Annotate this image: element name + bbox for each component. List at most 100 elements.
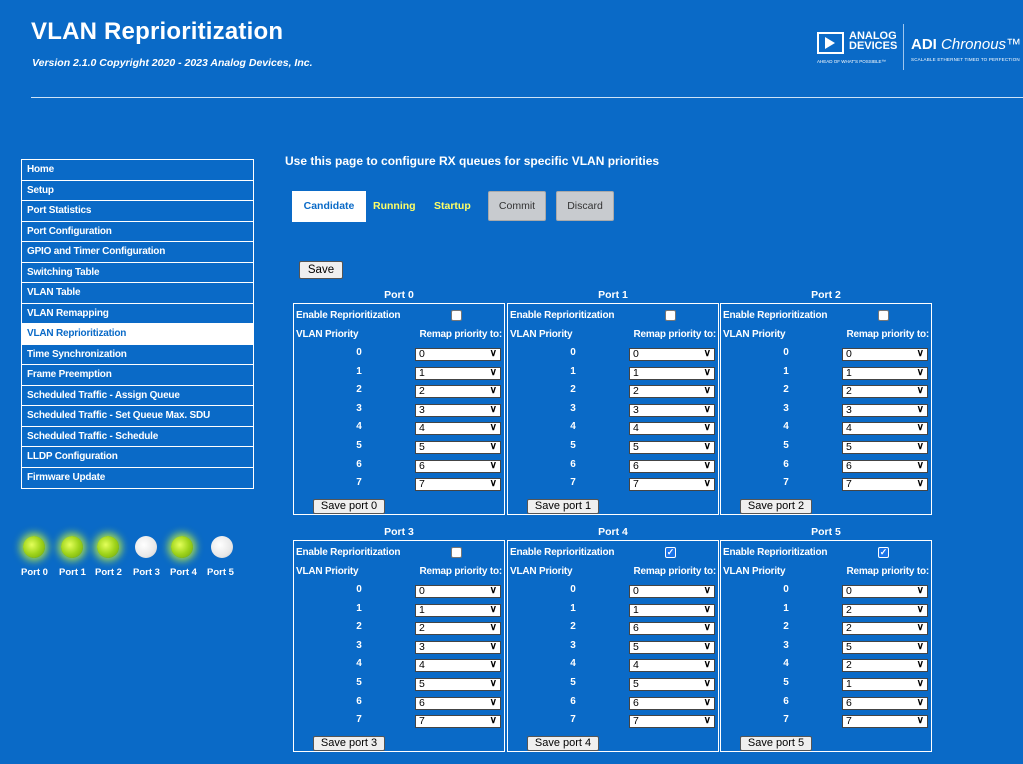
sidebar-item-switching-table[interactable]: Switching Table <box>22 263 253 283</box>
sidebar-item-vlan-reprioritization[interactable]: VLAN Reprioritization <box>22 324 253 345</box>
remap-priority-select[interactable]: 2 ∨ <box>842 603 928 617</box>
chevron-down-icon: ∨ <box>703 366 711 378</box>
remap-priority-select[interactable]: 2 ∨ <box>842 622 928 636</box>
port-led-label: Port 0 <box>21 567 48 578</box>
sidebar-item-vlan-remapping[interactable]: VLAN Remapping <box>22 304 253 324</box>
enable-reprioritization-checkbox[interactable] <box>665 310 676 321</box>
sidebar-item-gpio-and-timer-configuration[interactable]: GPIO and Timer Configuration <box>22 242 253 263</box>
remap-priority-select[interactable]: 3 ∨ <box>629 403 715 417</box>
remap-priority-select[interactable]: 3 ∨ <box>842 403 928 417</box>
remap-priority-select[interactable]: 0 ∨ <box>415 585 501 598</box>
remap-priority-select[interactable]: 6 ∨ <box>629 622 715 636</box>
remap-priority-select[interactable]: 7 ∨ <box>842 715 928 729</box>
remap-priority-select[interactable]: 5 ∨ <box>842 441 928 454</box>
remap-priority-select[interactable]: 6 ∨ <box>629 696 715 710</box>
remap-priority-select[interactable]: 7 ∨ <box>842 478 928 492</box>
remap-priority-select[interactable]: 3 ∨ <box>415 640 501 654</box>
remap-priority-select[interactable]: 0 ∨ <box>629 585 715 598</box>
port-title: Port 1 <box>598 289 628 301</box>
vlan-priority-value: 5 <box>356 677 362 688</box>
remap-priority-select[interactable]: 7 ∨ <box>415 715 501 729</box>
remap-priority-select[interactable]: 2 ∨ <box>415 622 501 636</box>
remap-priority-select[interactable]: 0 ∨ <box>842 348 928 361</box>
remap-priority-select[interactable]: 5 ∨ <box>415 441 501 454</box>
remap-priority-select[interactable]: 2 ∨ <box>842 385 928 399</box>
remap-priority-select[interactable]: 0 ∨ <box>842 585 928 598</box>
enable-reprioritization-checkbox[interactable] <box>878 310 889 321</box>
chevron-down-icon: ∨ <box>916 366 924 378</box>
chevron-down-icon: ∨ <box>916 603 924 615</box>
sidebar-item-scheduled-traffic-schedule[interactable]: Scheduled Traffic - Schedule <box>22 427 253 447</box>
save-port-button[interactable]: Save port 4 <box>527 736 599 751</box>
tab-candidate[interactable]: Candidate <box>292 191 366 222</box>
remap-priority-value: 6 <box>846 459 852 472</box>
remap-priority-select[interactable]: 1 ∨ <box>415 366 501 380</box>
sidebar-item-frame-preemption[interactable]: Frame Preemption <box>22 365 253 386</box>
remap-priority-select[interactable]: 4 ∨ <box>629 659 715 673</box>
remap-priority-select[interactable]: 6 ∨ <box>842 459 928 473</box>
enable-reprioritization-checkbox[interactable] <box>451 310 462 321</box>
sidebar-item-home[interactable]: Home <box>22 160 253 181</box>
enable-reprioritization-checkbox[interactable]: ✓ <box>878 547 889 558</box>
remap-priority-select[interactable]: 3 ∨ <box>415 403 501 417</box>
enable-reprioritization-checkbox[interactable]: ✓ <box>665 547 676 558</box>
save-port-button[interactable]: Save port 1 <box>527 499 599 514</box>
remap-priority-select[interactable]: 1 ∨ <box>629 603 715 617</box>
enable-reprioritization-checkbox[interactable] <box>451 547 462 558</box>
vlan-priority-value: 4 <box>356 658 362 670</box>
remap-priority-select[interactable]: 6 ∨ <box>415 459 501 473</box>
remap-priority-select[interactable]: 5 ∨ <box>842 640 928 654</box>
sidebar-item-setup[interactable]: Setup <box>22 181 253 201</box>
sidebar-item-scheduled-traffic-set-queue-max-sdu[interactable]: Scheduled Traffic - Set Queue Max. SDU <box>22 406 253 427</box>
remap-priority-select[interactable]: 5 ∨ <box>629 441 715 454</box>
sidebar-item-vlan-table[interactable]: VLAN Table <box>22 283 253 304</box>
remap-priority-select[interactable]: 2 ∨ <box>842 659 928 673</box>
remap-priority-select[interactable]: 2 ∨ <box>629 385 715 399</box>
remap-priority-select[interactable]: 1 ∨ <box>842 678 928 691</box>
remap-priority-select[interactable]: 5 ∨ <box>415 678 501 691</box>
header-divider <box>31 97 1023 98</box>
port-led-3 <box>135 536 157 558</box>
discard-button[interactable]: Discard <box>556 191 614 221</box>
vlan-priority-value: 7 <box>356 477 362 489</box>
remap-priority-select[interactable]: 6 ∨ <box>842 696 928 710</box>
sidebar-item-port-configuration[interactable]: Port Configuration <box>22 222 253 242</box>
remap-priority-select[interactable]: 7 ∨ <box>629 715 715 729</box>
remap-priority-select[interactable]: 1 ∨ <box>842 366 928 380</box>
tab-running[interactable]: Running <box>373 200 416 212</box>
remap-priority-select[interactable]: 4 ∨ <box>415 659 501 673</box>
remap-priority-select[interactable]: 4 ∨ <box>842 422 928 436</box>
tab-startup[interactable]: Startup <box>434 200 471 212</box>
chevron-down-icon: ∨ <box>489 403 497 415</box>
save-button[interactable]: Save <box>299 261 343 279</box>
vlan-priority-value: 5 <box>570 677 576 688</box>
page-intro: Use this page to configure RX queues for… <box>285 154 660 168</box>
remap-priority-select[interactable]: 0 ∨ <box>629 348 715 361</box>
save-port-button[interactable]: Save port 2 <box>740 499 812 514</box>
vlan-priority-value: 2 <box>356 384 362 396</box>
sidebar-item-time-synchronization[interactable]: Time Synchronization <box>22 345 253 365</box>
remap-priority-select[interactable]: 7 ∨ <box>415 478 501 492</box>
remap-priority-select[interactable]: 1 ∨ <box>415 603 501 617</box>
sidebar-item-port-statistics[interactable]: Port Statistics <box>22 201 253 222</box>
remap-priority-select[interactable]: 7 ∨ <box>629 478 715 492</box>
remap-priority-select[interactable]: 4 ∨ <box>629 422 715 436</box>
remap-priority-value: 1 <box>633 603 639 616</box>
remap-priority-select[interactable]: 6 ∨ <box>415 696 501 710</box>
remap-priority-select[interactable]: 1 ∨ <box>629 366 715 380</box>
remap-priority-select[interactable]: 0 ∨ <box>415 348 501 361</box>
vlan-priority-value: 7 <box>783 477 789 489</box>
remap-priority-select[interactable]: 5 ∨ <box>629 678 715 691</box>
remap-priority-select[interactable]: 4 ∨ <box>415 422 501 436</box>
save-port-button[interactable]: Save port 5 <box>740 736 812 751</box>
save-port-button[interactable]: Save port 0 <box>313 499 385 514</box>
remap-priority-select[interactable]: 6 ∨ <box>629 459 715 473</box>
commit-button[interactable]: Commit <box>488 191 546 221</box>
sidebar-item-firmware-update[interactable]: Firmware Update <box>22 468 253 489</box>
save-port-button[interactable]: Save port 3 <box>313 736 385 751</box>
sidebar-item-lldp-configuration[interactable]: LLDP Configuration <box>22 447 253 468</box>
remap-priority-select[interactable]: 5 ∨ <box>629 640 715 654</box>
vlan-priority-value: 1 <box>356 365 362 377</box>
remap-priority-select[interactable]: 2 ∨ <box>415 385 501 399</box>
sidebar-item-scheduled-traffic-assign-queue[interactable]: Scheduled Traffic - Assign Queue <box>22 386 253 406</box>
